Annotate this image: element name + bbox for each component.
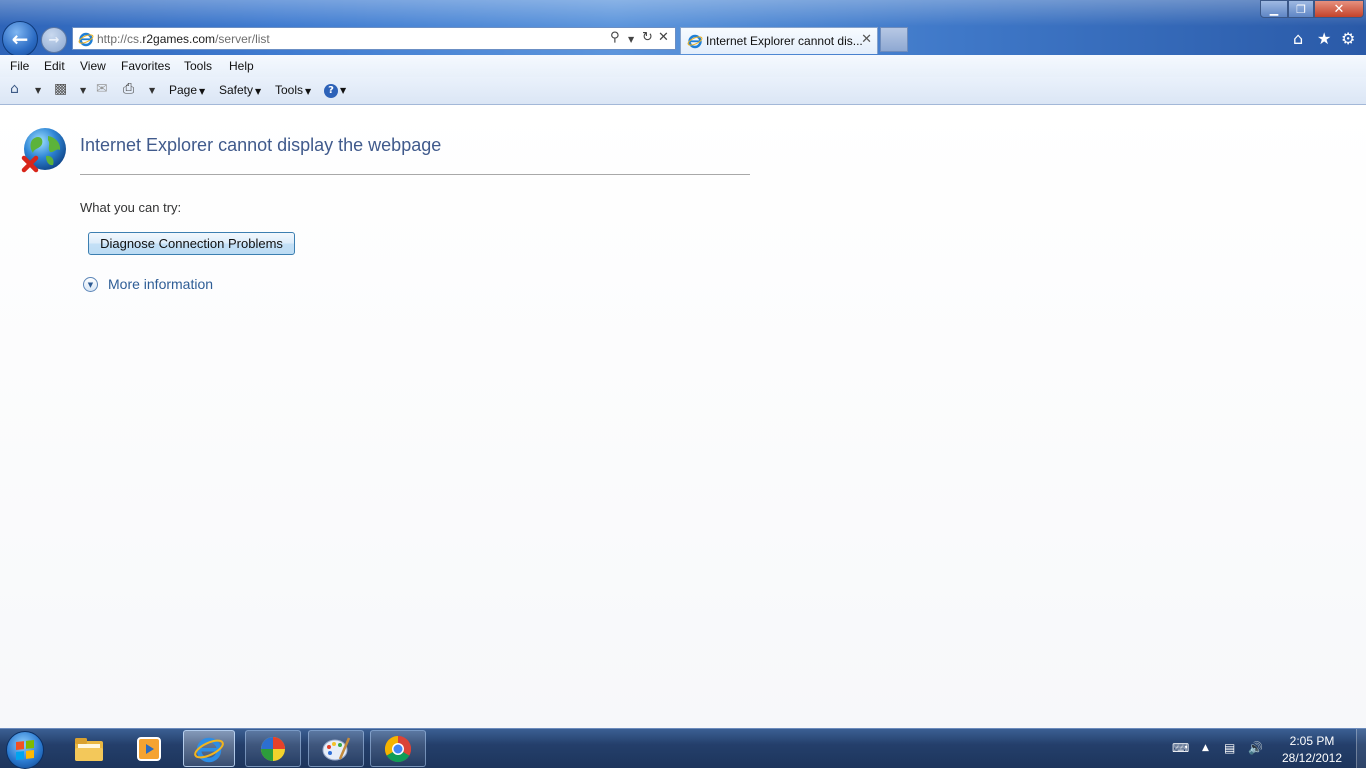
chrome-icon: [384, 735, 412, 762]
command-bar: ⌂ ▼ ▩ ▼ ✉ ⎙ ▼ Page ▼ Safety ▼ Tools ▼ ? ▼: [0, 77, 1366, 105]
windows-logo-icon: [16, 740, 34, 760]
stop-icon[interactable]: ✕: [658, 30, 669, 45]
close-tab-icon[interactable]: ✕: [861, 32, 872, 47]
tools-menu[interactable]: Tools ▼: [275, 83, 311, 97]
help-icon: ?: [324, 84, 338, 98]
dropdown-arrow-icon[interactable]: ▼: [35, 86, 41, 95]
globe-error-icon: [21, 128, 66, 173]
media-player-icon: [137, 736, 161, 761]
favorites-star-icon[interactable]: ★: [1317, 29, 1331, 48]
keyboard-icon[interactable]: ⌨: [1172, 741, 1189, 755]
taskbar-file-explorer[interactable]: [61, 730, 117, 767]
menu-view[interactable]: View: [80, 59, 106, 73]
dropdown-arrow-icon[interactable]: ▼: [149, 86, 155, 95]
tab-active[interactable]: Internet Explorer cannot dis... ✕: [680, 27, 878, 54]
home-icon[interactable]: ⌂: [10, 81, 19, 97]
start-button[interactable]: [6, 731, 44, 769]
menu-favorites[interactable]: Favorites: [121, 59, 170, 73]
volume-icon[interactable]: 🔊: [1248, 741, 1263, 755]
title-divider: [80, 174, 750, 175]
arrow-right-icon: →: [48, 32, 60, 48]
paint-palette-icon: [322, 737, 351, 760]
taskbar-internet-explorer[interactable]: [183, 730, 235, 767]
internet-explorer-icon: [78, 32, 94, 47]
titlebar-glass: [0, 0, 1366, 26]
taskbar: ⌨ ▲ ▤ 🔊 2:05 PM 28/12/2012: [0, 728, 1366, 769]
taskbar-paint-app[interactable]: [308, 730, 364, 767]
minimize-icon: ▁: [1269, 2, 1279, 16]
forward-button[interactable]: →: [41, 27, 67, 53]
clock-time[interactable]: 2:05 PM: [1272, 734, 1352, 748]
try-label: What you can try:: [80, 200, 182, 215]
caret-down-icon: ▼: [199, 87, 206, 96]
address-url[interactable]: http://cs.r2games.com/server/list: [97, 32, 270, 46]
minimize-button[interactable]: ▁: [1260, 0, 1288, 18]
home-icon[interactable]: ⌂: [1293, 29, 1303, 48]
caret-down-icon: ▼: [340, 86, 347, 95]
clock-date[interactable]: 28/12/2012: [1272, 751, 1352, 765]
mail-icon[interactable]: ✉: [96, 81, 108, 97]
show-desktop-button[interactable]: [1356, 729, 1366, 769]
menu-file[interactable]: File: [10, 59, 29, 73]
refresh-icon[interactable]: ↻: [642, 30, 653, 45]
search-icon[interactable]: ⚲: [610, 30, 620, 45]
network-icon[interactable]: ▤: [1224, 741, 1235, 755]
address-bar[interactable]: http://cs.r2games.com/server/list ⚲ ▼ ↻ …: [72, 27, 676, 50]
new-tab-button[interactable]: [880, 27, 908, 52]
menu-bar: File Edit View Favorites Tools Help: [0, 55, 1366, 77]
arrow-left-icon: ←: [11, 27, 29, 51]
diagnose-connection-button[interactable]: Diagnose Connection Problems: [88, 232, 295, 255]
taskbar-color-app[interactable]: [245, 730, 301, 767]
expand-chevron-icon[interactable]: ▼: [83, 277, 98, 292]
error-page: Internet Explorer cannot display the web…: [0, 105, 1366, 728]
close-window-button[interactable]: ✕: [1314, 0, 1364, 18]
help-menu[interactable]: ? ▼: [324, 82, 346, 98]
show-hidden-icons-icon[interactable]: ▲: [1202, 743, 1209, 753]
safety-menu-label: Safety: [219, 83, 254, 97]
restore-button[interactable]: ❐: [1288, 0, 1314, 18]
folder-icon: [75, 737, 103, 761]
tab-title: Internet Explorer cannot dis...: [706, 34, 863, 48]
dropdown-arrow-icon[interactable]: ▼: [628, 35, 634, 44]
close-icon: ✕: [1333, 1, 1345, 17]
more-information-link[interactable]: More information: [108, 276, 213, 292]
menu-edit[interactable]: Edit: [44, 59, 65, 73]
menu-tools[interactable]: Tools: [184, 59, 212, 73]
taskbar-media-player[interactable]: [121, 730, 177, 767]
back-button[interactable]: ←: [2, 21, 38, 57]
dropdown-arrow-icon[interactable]: ▼: [80, 86, 86, 95]
tools-menu-label: Tools: [275, 83, 304, 97]
menu-help[interactable]: Help: [229, 59, 254, 73]
safety-menu[interactable]: Safety ▼: [219, 83, 261, 97]
internet-explorer-icon: [194, 737, 224, 762]
page-menu-label: Page: [169, 83, 198, 97]
print-icon[interactable]: ⎙: [123, 81, 134, 97]
page-menu[interactable]: Page ▼: [169, 83, 205, 97]
taskbar-chrome[interactable]: [370, 730, 426, 767]
internet-explorer-icon: [687, 34, 703, 49]
caret-down-icon: ▼: [305, 87, 312, 96]
browser-titlebar: ← → http://cs.r2games.com/server/list ⚲ …: [0, 0, 1366, 57]
error-title: Internet Explorer cannot display the web…: [80, 135, 442, 155]
gear-icon[interactable]: ⚙: [1341, 29, 1355, 48]
restore-icon: ❐: [1296, 2, 1306, 16]
color-wheel-icon: [261, 736, 285, 761]
caret-down-icon: ▼: [255, 87, 262, 96]
rss-feed-icon[interactable]: ▩: [54, 81, 67, 97]
